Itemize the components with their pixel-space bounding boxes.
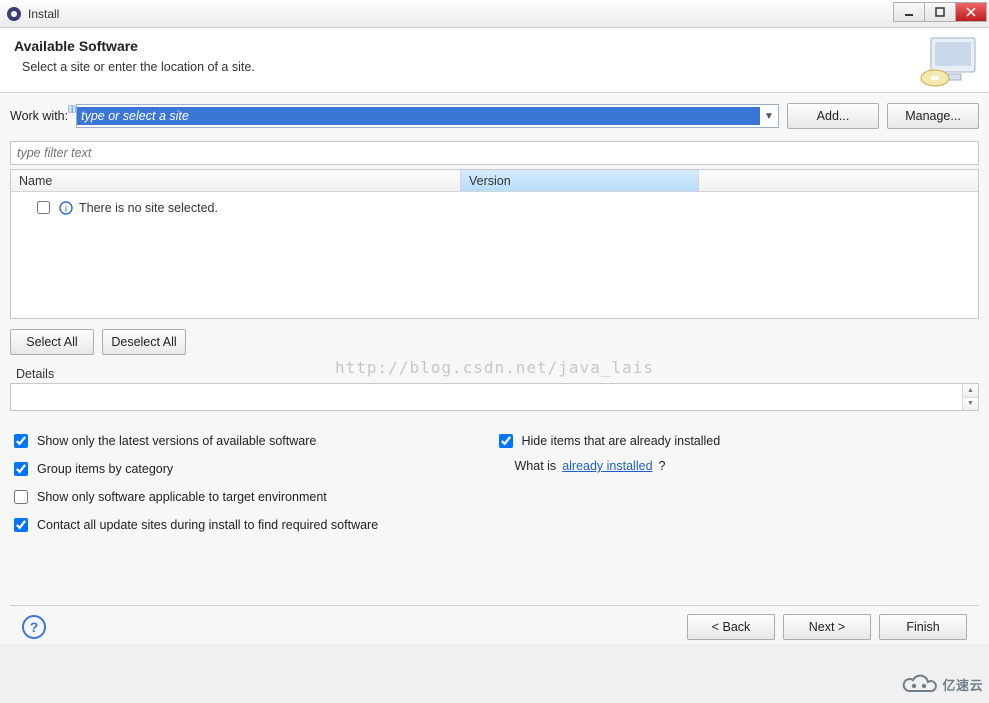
details-box: ▲ ▼ [10,383,979,411]
maximize-button[interactable] [924,2,956,22]
opt-contact-checkbox[interactable] [14,518,28,532]
dialog-footer: ? < Back Next > Finish [10,606,979,644]
filter-row [10,141,979,165]
options-grid: Show only the latest versions of availab… [10,431,979,535]
software-table: Name Version i There is no site selected… [10,169,979,319]
titlebar: Install [0,0,989,28]
column-version[interactable]: Version [461,170,699,191]
deselect-all-button[interactable]: Deselect All [102,329,186,355]
opt-hide[interactable]: Hide items that are already installed [495,431,980,451]
workwith-input[interactable] [77,107,760,125]
app-icon [6,6,22,22]
row-checkbox[interactable] [37,201,50,214]
opt-group[interactable]: Group items by category [10,459,495,479]
manage-button[interactable]: Manage... [887,103,979,129]
selection-row: Select All Deselect All [10,329,979,355]
column-spacer [699,170,978,191]
already-installed-link[interactable]: already installed [562,459,652,473]
cloud-label: 亿速云 [942,675,983,694]
opt-latest[interactable]: Show only the latest versions of availab… [10,431,495,451]
workwith-combo[interactable]: ▼ [76,104,779,128]
dropdown-caret-icon[interactable]: ▼ [760,111,778,122]
install-wizard-icon [919,34,981,90]
back-button[interactable]: < Back [687,614,775,640]
minimize-button[interactable] [893,2,925,22]
options-right: Hide items that are already installed Wh… [495,431,980,535]
finish-button[interactable]: Finish [879,614,967,640]
window-title: Install [28,7,59,21]
select-all-button[interactable]: Select All [10,329,94,355]
table-body: i There is no site selected. [11,192,978,318]
spinner-up-icon[interactable]: ▲ [963,384,978,397]
info-badge-icon: i [68,105,76,113]
close-button[interactable] [955,2,987,22]
table-header: Name Version [11,170,978,192]
opt-applicable-checkbox[interactable] [14,490,28,504]
info-icon: i [59,201,73,215]
details-spinner[interactable]: ▲ ▼ [962,384,978,410]
opt-latest-checkbox[interactable] [14,434,28,448]
workwith-row: Work with: i ▼ Add... Manage... [10,103,979,129]
opt-hide-checkbox[interactable] [499,434,513,448]
page-title: Available Software [14,38,975,54]
help-button[interactable]: ? [22,615,46,639]
next-button[interactable]: Next > [783,614,871,640]
dialog-header: Available Software Select a site or ente… [0,28,989,93]
already-installed-text: What is already installed? [515,459,980,473]
options-left: Show only the latest versions of availab… [10,431,495,535]
opt-group-checkbox[interactable] [14,462,28,476]
opt-contact[interactable]: Contact all update sites during install … [10,515,495,535]
cloud-icon [898,671,940,697]
page-subtitle: Select a site or enter the location of a… [22,60,975,74]
empty-message: There is no site selected. [79,201,218,215]
add-button[interactable]: Add... [787,103,879,129]
opt-applicable[interactable]: Show only software applicable to target … [10,487,495,507]
workwith-label: Work with: i [10,109,68,123]
spinner-down-icon[interactable]: ▼ [963,397,978,411]
column-name[interactable]: Name [11,170,461,191]
table-row: i There is no site selected. [19,198,970,217]
filter-input[interactable] [10,141,979,165]
cloud-logo: 亿速云 [898,671,983,697]
svg-text:i: i [65,204,67,215]
watermark-text: http://blog.csdn.net/java_lais [335,358,654,377]
